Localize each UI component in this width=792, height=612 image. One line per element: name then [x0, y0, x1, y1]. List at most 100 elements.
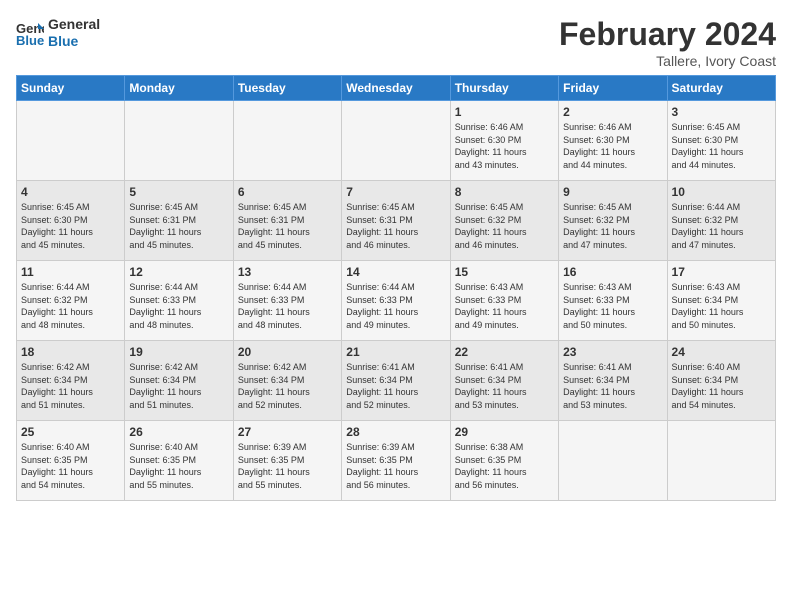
- day-number: 10: [672, 185, 771, 199]
- day-content: Sunrise: 6:40 AM Sunset: 6:35 PM Dayligh…: [129, 441, 228, 491]
- calendar-cell: 28 Sunrise: 6:39 AM Sunset: 6:35 PM Dayli…: [342, 421, 450, 501]
- calendar-cell: 19 Sunrise: 6:42 AM Sunset: 6:34 PM Dayli…: [125, 341, 233, 421]
- calendar-cell: 2Sunrise: 6:46 AM Sunset: 6:30 PM Daylig…: [559, 101, 667, 181]
- day-number: 14: [346, 265, 445, 279]
- day-content: Sunrise: 6:43 AM Sunset: 6:34 PM Dayligh…: [672, 281, 771, 331]
- calendar-cell: 17 Sunrise: 6:43 AM Sunset: 6:34 PM Dayli…: [667, 261, 775, 341]
- day-number: 4: [21, 185, 120, 199]
- calendar-cell: 1Sunrise: 6:46 AM Sunset: 6:30 PM Daylig…: [450, 101, 558, 181]
- calendar-cell: 13Sunrise: 6:44 AM Sunset: 6:33 PM Dayli…: [233, 261, 341, 341]
- day-content: Sunrise: 6:45 AM Sunset: 6:32 PM Dayligh…: [455, 201, 554, 251]
- calendar-cell: 16 Sunrise: 6:43 AM Sunset: 6:33 PM Dayli…: [559, 261, 667, 341]
- day-content: Sunrise: 6:45 AM Sunset: 6:31 PM Dayligh…: [238, 201, 337, 251]
- calendar-cell: 12 Sunrise: 6:44 AM Sunset: 6:33 PM Dayli…: [125, 261, 233, 341]
- calendar-cell: 26 Sunrise: 6:40 AM Sunset: 6:35 PM Dayli…: [125, 421, 233, 501]
- day-number: 28: [346, 425, 445, 439]
- day-number: 29: [455, 425, 554, 439]
- weekday-header-tuesday: Tuesday: [233, 76, 341, 101]
- day-number: 17: [672, 265, 771, 279]
- logo: General Blue General Blue: [16, 16, 100, 50]
- weekday-header-saturday: Saturday: [667, 76, 775, 101]
- calendar-table: SundayMondayTuesdayWednesdayThursdayFrid…: [16, 75, 776, 501]
- day-content: Sunrise: 6:42 AM Sunset: 6:34 PM Dayligh…: [129, 361, 228, 411]
- day-number: 11: [21, 265, 120, 279]
- day-content: Sunrise: 6:45 AM Sunset: 6:30 PM Dayligh…: [21, 201, 120, 251]
- day-content: Sunrise: 6:44 AM Sunset: 6:32 PM Dayligh…: [672, 201, 771, 251]
- calendar-cell: [17, 101, 125, 181]
- day-number: 19: [129, 345, 228, 359]
- calendar-cell: 5 Sunrise: 6:45 AM Sunset: 6:31 PM Daylig…: [125, 181, 233, 261]
- svg-text:Blue: Blue: [16, 33, 44, 47]
- day-content: Sunrise: 6:42 AM Sunset: 6:34 PM Dayligh…: [238, 361, 337, 411]
- day-content: Sunrise: 6:42 AM Sunset: 6:34 PM Dayligh…: [21, 361, 120, 411]
- calendar-cell: 10 Sunrise: 6:44 AM Sunset: 6:32 PM Dayli…: [667, 181, 775, 261]
- day-number: 16: [563, 265, 662, 279]
- calendar-cell: 6 Sunrise: 6:45 AM Sunset: 6:31 PM Daylig…: [233, 181, 341, 261]
- day-number: 5: [129, 185, 228, 199]
- week-row-2: 4 Sunrise: 6:45 AM Sunset: 6:30 PM Daylig…: [17, 181, 776, 261]
- day-content: Sunrise: 6:41 AM Sunset: 6:34 PM Dayligh…: [346, 361, 445, 411]
- day-number: 18: [21, 345, 120, 359]
- day-content: Sunrise: 6:44 AM Sunset: 6:33 PM Dayligh…: [346, 281, 445, 331]
- calendar-cell: 15Sunrise: 6:43 AM Sunset: 6:33 PM Dayli…: [450, 261, 558, 341]
- day-number: 25: [21, 425, 120, 439]
- calendar-cell: [559, 421, 667, 501]
- day-content: Sunrise: 6:45 AM Sunset: 6:31 PM Dayligh…: [129, 201, 228, 251]
- day-number: 12: [129, 265, 228, 279]
- calendar-cell: 22 Sunrise: 6:41 AM Sunset: 6:34 PM Dayli…: [450, 341, 558, 421]
- day-content: Sunrise: 6:44 AM Sunset: 6:33 PM Dayligh…: [129, 281, 228, 331]
- day-content: Sunrise: 6:43 AM Sunset: 6:33 PM Dayligh…: [563, 281, 662, 331]
- logo-icon: General Blue: [16, 19, 44, 47]
- day-number: 3: [672, 105, 771, 119]
- calendar-cell: 27 Sunrise: 6:39 AM Sunset: 6:35 PM Dayli…: [233, 421, 341, 501]
- day-number: 27: [238, 425, 337, 439]
- day-content: Sunrise: 6:40 AM Sunset: 6:34 PM Dayligh…: [672, 361, 771, 411]
- day-content: Sunrise: 6:44 AM Sunset: 6:32 PM Dayligh…: [21, 281, 120, 331]
- week-row-5: 25 Sunrise: 6:40 AM Sunset: 6:35 PM Dayli…: [17, 421, 776, 501]
- day-content: Sunrise: 6:41 AM Sunset: 6:34 PM Dayligh…: [455, 361, 554, 411]
- weekday-header-thursday: Thursday: [450, 76, 558, 101]
- calendar-cell: 21 Sunrise: 6:41 AM Sunset: 6:34 PM Dayli…: [342, 341, 450, 421]
- calendar-cell: 9Sunrise: 6:45 AM Sunset: 6:32 PM Daylig…: [559, 181, 667, 261]
- day-number: 22: [455, 345, 554, 359]
- day-number: 21: [346, 345, 445, 359]
- calendar-cell: 3 Sunrise: 6:45 AM Sunset: 6:30 PM Daylig…: [667, 101, 775, 181]
- month-title: February 2024: [559, 16, 776, 53]
- calendar-cell: 20 Sunrise: 6:42 AM Sunset: 6:34 PM Dayli…: [233, 341, 341, 421]
- calendar-cell: [125, 101, 233, 181]
- day-number: 7: [346, 185, 445, 199]
- day-content: Sunrise: 6:40 AM Sunset: 6:35 PM Dayligh…: [21, 441, 120, 491]
- weekday-header-sunday: Sunday: [17, 76, 125, 101]
- location-subtitle: Tallere, Ivory Coast: [559, 53, 776, 69]
- weekday-header-row: SundayMondayTuesdayWednesdayThursdayFrid…: [17, 76, 776, 101]
- day-content: Sunrise: 6:38 AM Sunset: 6:35 PM Dayligh…: [455, 441, 554, 491]
- day-number: 6: [238, 185, 337, 199]
- day-content: Sunrise: 6:39 AM Sunset: 6:35 PM Dayligh…: [346, 441, 445, 491]
- calendar-cell: 11 Sunrise: 6:44 AM Sunset: 6:32 PM Dayli…: [17, 261, 125, 341]
- calendar-cell: 29 Sunrise: 6:38 AM Sunset: 6:35 PM Dayli…: [450, 421, 558, 501]
- weekday-header-wednesday: Wednesday: [342, 76, 450, 101]
- day-content: Sunrise: 6:39 AM Sunset: 6:35 PM Dayligh…: [238, 441, 337, 491]
- calendar-cell: 4 Sunrise: 6:45 AM Sunset: 6:30 PM Daylig…: [17, 181, 125, 261]
- week-row-1: 1Sunrise: 6:46 AM Sunset: 6:30 PM Daylig…: [17, 101, 776, 181]
- calendar-cell: 7Sunrise: 6:45 AM Sunset: 6:31 PM Daylig…: [342, 181, 450, 261]
- day-content: Sunrise: 6:41 AM Sunset: 6:34 PM Dayligh…: [563, 361, 662, 411]
- weekday-header-monday: Monday: [125, 76, 233, 101]
- day-content: Sunrise: 6:44 AM Sunset: 6:33 PM Dayligh…: [238, 281, 337, 331]
- calendar-cell: 14 Sunrise: 6:44 AM Sunset: 6:33 PM Dayli…: [342, 261, 450, 341]
- day-number: 23: [563, 345, 662, 359]
- calendar-cell: 18 Sunrise: 6:42 AM Sunset: 6:34 PM Dayli…: [17, 341, 125, 421]
- day-number: 26: [129, 425, 228, 439]
- title-area: February 2024 Tallere, Ivory Coast: [559, 16, 776, 69]
- page: General Blue General Blue February 2024 …: [0, 0, 792, 511]
- day-content: Sunrise: 6:46 AM Sunset: 6:30 PM Dayligh…: [455, 121, 554, 171]
- header: General Blue General Blue February 2024 …: [16, 16, 776, 69]
- calendar-cell: 23 Sunrise: 6:41 AM Sunset: 6:34 PM Dayli…: [559, 341, 667, 421]
- calendar-cell: [667, 421, 775, 501]
- day-content: Sunrise: 6:45 AM Sunset: 6:30 PM Dayligh…: [672, 121, 771, 171]
- week-row-3: 11 Sunrise: 6:44 AM Sunset: 6:32 PM Dayli…: [17, 261, 776, 341]
- week-row-4: 18 Sunrise: 6:42 AM Sunset: 6:34 PM Dayli…: [17, 341, 776, 421]
- day-number: 20: [238, 345, 337, 359]
- logo-blue: Blue: [48, 33, 100, 50]
- logo-general: General: [48, 16, 100, 33]
